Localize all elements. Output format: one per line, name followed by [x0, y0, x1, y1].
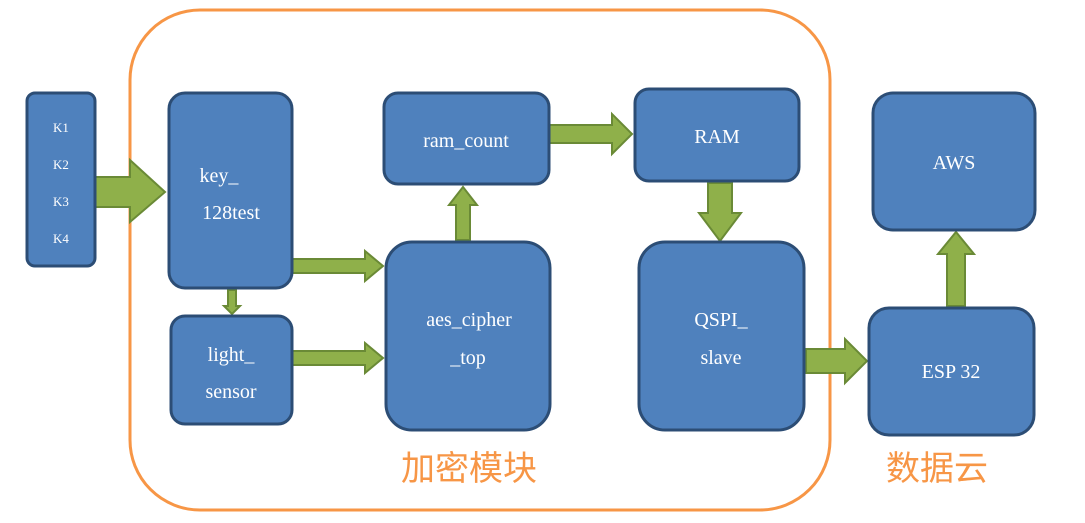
arrow-keys-to-key128test [94, 157, 167, 225]
aes-cipher-top-block [384, 240, 552, 432]
arrow-lightsensor-to-aes [291, 340, 385, 376]
key-label-k4: K4 [53, 231, 69, 246]
data-cloud-label: 数据云 [886, 449, 988, 489]
qspi-slave-label-line2: slave [700, 347, 741, 369]
system-block-diagram: K1 K2 K3 K4 key_ 128test light_ sensor r… [25, 8, 1037, 512]
lightsensor-label-line1: light_ [208, 344, 256, 366]
arrow-qspi-to-esp32 [805, 336, 869, 386]
aes-cipher-top-label-line2: _top [449, 347, 486, 369]
encryption-module-label: 加密模块 [401, 449, 537, 489]
key-label-k3: K3 [53, 194, 69, 209]
arrow-key128test-to-lightsensor [221, 289, 243, 316]
qspi-slave-block [637, 240, 806, 432]
arrow-key128test-to-aes [289, 248, 385, 284]
qspi-slave-label-line1: QSPI_ [694, 309, 748, 331]
ramcount-label: ram_count [423, 130, 509, 152]
aws-label: AWS [933, 152, 976, 174]
arrow-ram-to-qspi [697, 182, 743, 243]
ram-label: RAM [694, 126, 740, 148]
blocks [25, 87, 1037, 437]
key128test-label-line1: key_ [200, 165, 240, 187]
arrow-ramcount-to-ram [548, 111, 634, 157]
lightsensor-label-line2: sensor [205, 381, 256, 403]
key128test-label-line2: 128test [202, 202, 260, 224]
lightsensor-block [169, 314, 294, 426]
arrow-aes-to-ramcount [446, 185, 480, 241]
arrow-esp32-to-aws [935, 230, 977, 307]
esp32-label: ESP 32 [922, 361, 981, 383]
key128test-block [167, 91, 294, 290]
key-label-k2: K2 [53, 157, 69, 172]
aes-cipher-top-label-line1: aes_cipher [426, 309, 512, 331]
key-label-k1: K1 [53, 120, 69, 135]
